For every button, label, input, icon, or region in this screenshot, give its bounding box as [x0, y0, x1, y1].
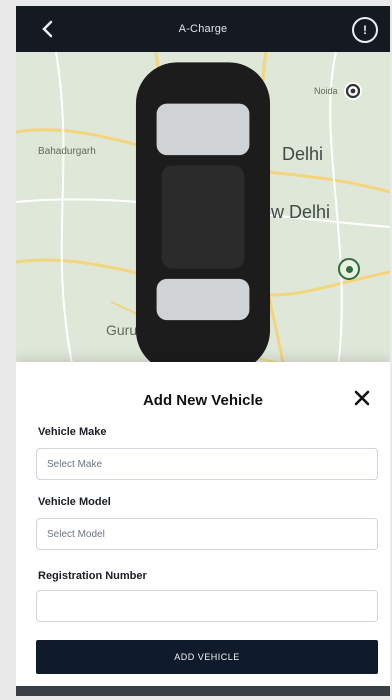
registration-number-field[interactable] — [36, 590, 378, 622]
vehicle-make-label: Vehicle Make — [38, 426, 107, 438]
app-title: A-Charge — [178, 23, 228, 35]
vehicle-make-value: Select Make — [47, 458, 103, 470]
vehicle-make-select[interactable]: Select Make — [36, 448, 378, 480]
add-vehicle-button[interactable]: ADD VEHICLE — [36, 640, 378, 674]
map-view[interactable]: Noida Bahadurgarh Delhi New Delhi Gurugr… — [16, 52, 390, 382]
car-icon — [135, 62, 271, 372]
chevron-left-icon[interactable] — [38, 19, 58, 39]
registration-number-input[interactable] — [47, 599, 367, 613]
app-screen: A-Charge ! Noida Bahadurgarh Delhi New D… — [16, 6, 390, 696]
vehicle-model-label: Vehicle Model — [38, 496, 111, 508]
vehicle-model-select[interactable]: Select Model — [36, 518, 378, 550]
system-navigation-bar — [16, 686, 390, 696]
add-vehicle-sheet: Add New Vehicle Vehicle Make Select Make… — [16, 362, 390, 696]
close-icon[interactable] — [350, 386, 374, 410]
registration-number-label: Registration Number — [38, 570, 147, 582]
vehicle-model-value: Select Model — [47, 528, 105, 540]
app-header: A-Charge ! — [16, 6, 390, 52]
info-icon[interactable]: ! — [352, 17, 378, 43]
modal-title: Add New Vehicle — [142, 392, 264, 409]
